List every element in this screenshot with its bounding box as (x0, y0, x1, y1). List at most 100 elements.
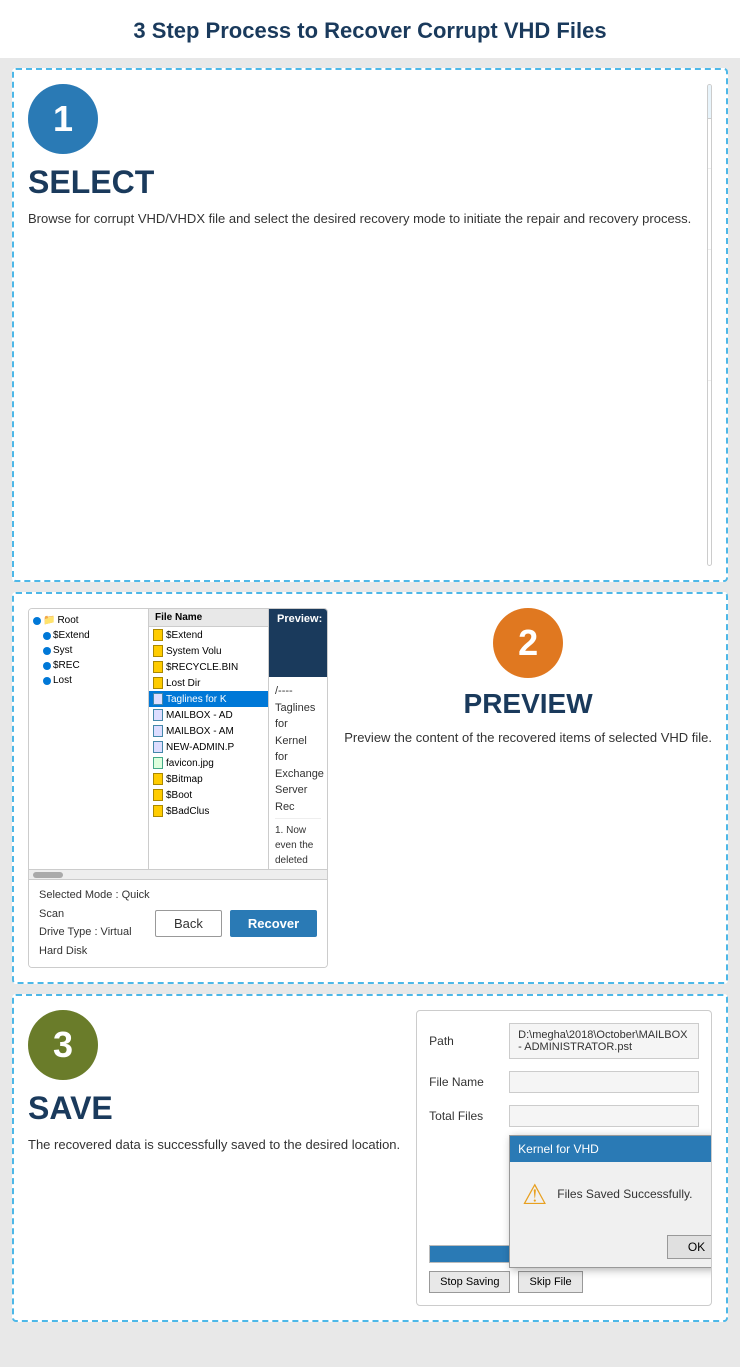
step2-description: Preview the content of the recovered ite… (344, 728, 712, 748)
step2-left: 2 PREVIEW Preview the content of the rec… (344, 608, 712, 748)
folder-icon-bitmap (153, 773, 163, 785)
file-label-bitmap: $Bitmap (166, 774, 203, 785)
tree-item-syst[interactable]: Syst (29, 643, 148, 658)
file-item-favicon[interactable]: favicon.jpg (149, 755, 268, 771)
file-label-extend: $Extend (166, 630, 203, 641)
folder-icon-sysvol (153, 645, 163, 657)
doc-icon-mailbox-ad (153, 709, 163, 721)
horizontal-scrollbar[interactable] (29, 869, 327, 879)
file-label-mailbox-ad: MAILBOX - AD (166, 710, 233, 721)
doc-icon-newadmin (153, 741, 163, 753)
tree-item-root[interactable]: 📁 Root (29, 613, 148, 628)
step3-left: 3 SAVE The recovered data is successfull… (28, 1010, 400, 1155)
tree-item-rec[interactable]: $REC (29, 658, 148, 673)
stop-saving-button[interactable]: Stop Saving (429, 1271, 510, 1293)
file-label-recycle: $RECYCLE.BIN (166, 662, 238, 673)
tree-folder-icon: 📁 (43, 615, 55, 626)
step1-description: Browse for corrupt VHD/VHDX file and sel… (28, 209, 691, 229)
step3-description: The recovered data is successfully saved… (28, 1135, 400, 1155)
save-panel: Path D:\megha\2018\October\MAILBOX - ADM… (417, 1011, 711, 1305)
file-label-newadmin: NEW-ADMIN.P (166, 742, 234, 753)
file-pane: File Name $Extend System Volu $RECYCLE.B… (149, 609, 269, 869)
action-buttons: Back Recover (155, 910, 317, 937)
file-item-taglines[interactable]: Taglines for K (149, 691, 268, 707)
file-item-bitmap[interactable]: $Bitmap (149, 771, 268, 787)
folder-icon-badclus (153, 805, 163, 817)
path-field-row: Path D:\megha\2018\October\MAILBOX - ADM… (429, 1023, 699, 1059)
file-hint: Please select VHD / VHDX file. (708, 169, 712, 250)
skip-file-button[interactable]: Skip File (518, 1271, 582, 1293)
file-label-favicon: favicon.jpg (166, 758, 214, 769)
back-button[interactable]: Back (155, 910, 222, 937)
save-action-row: Stop Saving Skip File (429, 1271, 699, 1293)
preview-panel: 📁 Root $Extend Syst (29, 609, 327, 967)
tree-rec-label: $REC (53, 660, 80, 671)
preview-text-area: /----Taglines for Kernel for Exchange Se… (269, 677, 327, 869)
status-mode-row: Selected Mode : Quick Scan (39, 886, 155, 923)
recover-button[interactable]: Recover (230, 910, 317, 937)
step1-circle: 1 (28, 84, 98, 154)
img-icon-favicon (153, 757, 163, 769)
step1-panel-header: VHD/VHDX (708, 85, 712, 119)
tree-root-label: Root (57, 615, 78, 626)
file-pane-header: File Name (149, 609, 268, 627)
preview-header-label: Preview: (277, 613, 322, 673)
folder-icon-lostdir (153, 677, 163, 689)
tree-syst-label: Syst (53, 645, 72, 656)
doc-icon-taglines (153, 693, 163, 705)
file-item-extend[interactable]: $Extend (149, 627, 268, 643)
file-item-mailbox-ad[interactable]: MAILBOX - AD (149, 707, 268, 723)
step3-title: SAVE (28, 1090, 113, 1127)
file-item-badclus[interactable]: $BadClus (149, 803, 268, 819)
status-info: Selected Mode : Quick Scan Drive Type : … (39, 886, 155, 961)
scan-modes-container: Quick Scan Extensive Scan (708, 250, 712, 381)
filename-label: File Name (429, 1075, 499, 1089)
step2-section: 📁 Root $Extend Syst (12, 592, 728, 984)
step1-panel: VHD/VHDX Select Please select VHD / VHDX… (707, 84, 712, 566)
path-value: D:\megha\2018\October\MAILBOX - ADMINIST… (509, 1023, 699, 1059)
file-item-recycle[interactable]: $RECYCLE.BIN (149, 659, 268, 675)
file-item-lostdir[interactable]: Lost Dir (149, 675, 268, 691)
scroll-thumb[interactable] (33, 872, 63, 878)
tree-preview-row: 📁 Root $Extend Syst (29, 609, 327, 869)
status-mode-label: Selected Mode (39, 889, 112, 901)
scan-mode-description: Select this mode to recover data from mi… (708, 381, 712, 565)
dialog-footer: OK (510, 1227, 712, 1267)
step1-title: SELECT (28, 164, 154, 201)
filename-field-row: File Name (429, 1071, 699, 1093)
file-item-newadmin[interactable]: NEW-ADMIN.P (149, 739, 268, 755)
folder-icon-boot (153, 789, 163, 801)
dialog-overlay: Total Files Kernel for VHD ✕ ⚠ Files Sav… (429, 1105, 699, 1235)
doc-icon-mailbox-am (153, 725, 163, 737)
tree-item-extend[interactable]: $Extend (29, 628, 148, 643)
step2-title: PREVIEW (464, 688, 593, 720)
total-files-label: Total Files (429, 1109, 499, 1123)
step2-circle: 2 (493, 608, 563, 678)
file-item-sysvol[interactable]: System Volu (149, 643, 268, 659)
step1-section: 1 SELECT Browse for corrupt VHD/VHDX fil… (12, 68, 728, 582)
tree-pane: 📁 Root $Extend Syst (29, 609, 149, 869)
path-label: Path (429, 1034, 499, 1048)
file-select-row: Select (708, 119, 712, 169)
file-label-taglines: Taglines for K (166, 694, 227, 705)
page-title: 3 Step Process to Recover Corrupt VHD Fi… (0, 0, 740, 58)
file-item-boot[interactable]: $Boot (149, 787, 268, 803)
folder-icon-extend (153, 629, 163, 641)
ok-button[interactable]: OK (667, 1235, 712, 1259)
status-drive-label: Drive Type (39, 926, 91, 938)
total-files-row: Total Files (429, 1105, 699, 1127)
status-drive-row: Drive Type : Virtual Hard Disk (39, 923, 155, 960)
step3-circle: 3 (28, 1010, 98, 1080)
preview-content-pane: Preview: \Taglines for Kernel for Exchan… (269, 609, 327, 869)
step3-section: 3 SAVE The recovered data is successfull… (12, 994, 728, 1322)
tree-item-lost[interactable]: Lost (29, 673, 148, 688)
filename-value (509, 1071, 699, 1093)
preview-line-1: 1. Now even the deleted mailboxes can be… (275, 823, 321, 869)
file-label-sysvol: System Volu (166, 646, 222, 657)
step1-left: 1 SELECT Browse for corrupt VHD/VHDX fil… (28, 84, 691, 229)
status-bar: Selected Mode : Quick Scan Drive Type : … (29, 879, 327, 967)
tree-extend-label: $Extend (53, 630, 90, 641)
folder-icon-recycle (153, 661, 163, 673)
dialog-title: Kernel for VHD (518, 1142, 599, 1156)
file-item-mailbox-am[interactable]: MAILBOX - AM (149, 723, 268, 739)
